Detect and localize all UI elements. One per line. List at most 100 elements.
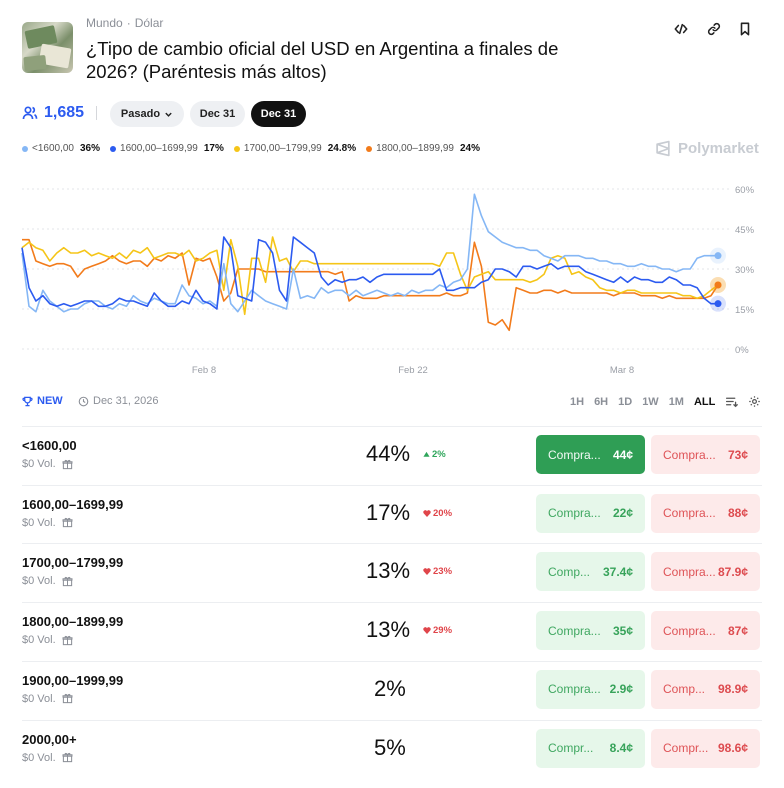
y-tick-label: 45% [735, 225, 755, 236]
filter-list-icon[interactable] [725, 395, 739, 408]
market-row[interactable]: 2000,00+ $0 Vol. 5% Compr... 8.4¢ Compr... 98.… [22, 719, 762, 778]
settings-gear-icon[interactable] [748, 395, 761, 408]
range-1w[interactable]: 1W [642, 396, 659, 408]
participants-value: 1,685 [44, 104, 85, 121]
market-probability: 17% [366, 499, 411, 525]
end-date-label: Dec 31, 2026 [93, 395, 159, 407]
series-line [22, 238, 719, 332]
gift-icon[interactable] [62, 517, 73, 528]
filter-dec31-a[interactable]: Dec 31 [190, 101, 245, 127]
legend-swatch [233, 145, 240, 152]
market-probability: 13% [366, 617, 411, 643]
buy-no-price: 98.9¢ [717, 682, 748, 697]
x-tick-label: Feb 22 [398, 365, 428, 375]
range-1d[interactable]: 1D [618, 396, 632, 408]
y-tick-label: 0% [735, 345, 749, 356]
market-volume: $0 Vol. [22, 693, 73, 705]
market-row[interactable]: 1900,00–1999,99 $0 Vol. 2% Compra... 2.9¢ Com… [22, 660, 762, 719]
range-6h[interactable]: 6H [594, 396, 608, 408]
buy-yes-price: 37.4¢ [602, 564, 633, 579]
series-line [21, 236, 719, 316]
divider [96, 106, 97, 120]
market-name[interactable]: 1800,00–1899,99 [22, 614, 123, 629]
market-row[interactable]: 1800,00–1899,99 $0 Vol. 13% 29% Compra... 35¢… [22, 602, 762, 660]
market-name[interactable]: 1600,00–1699,99 [22, 497, 123, 512]
market-name[interactable]: 1900,00–1999,99 [22, 673, 123, 688]
trophy-icon [22, 396, 33, 406]
change-badge: 23% [423, 566, 452, 577]
legend-label: 1700,00–1799,99 [243, 143, 322, 154]
buy-no-button[interactable]: Compr... 98.6¢ [651, 728, 760, 768]
buy-yes-button[interactable]: Compra... 35¢ [536, 611, 645, 651]
legend-swatch [22, 145, 28, 152]
series-line [21, 193, 718, 313]
range-all[interactable]: ALL [694, 396, 715, 408]
market-row[interactable]: 1700,00–1799,99 $0 Vol. 13% 23% Comp... 37.4¢… [22, 543, 762, 601]
filter-pasado-label: Pasado [120, 108, 161, 120]
buy-yes-price: 2.9¢ [609, 682, 633, 697]
range-1h[interactable]: 1H [570, 396, 584, 408]
market-probability: 44% [366, 441, 411, 466]
buy-yes-price: 8.4¢ [609, 741, 633, 755]
buy-no-button[interactable]: Compra... 73¢ [651, 435, 760, 474]
link-icon[interactable] [704, 19, 724, 39]
buy-no-label: Compra... [663, 623, 716, 638]
buy-no-button[interactable]: Compra... 88¢ [651, 493, 760, 533]
volume-value: $0 Vol. [22, 751, 56, 764]
people-icon [22, 106, 38, 120]
gift-icon[interactable] [62, 635, 73, 646]
buy-yes-button[interactable]: Compra... 22¢ [536, 493, 645, 533]
polymarket-logo: Polymarket [655, 140, 759, 157]
market-row[interactable]: <1600,00 $0 Vol. 44% 2% Compra... 44¢ Compra..… [22, 426, 762, 484]
change-badge: 2% [423, 449, 446, 460]
new-badge: NEW [22, 395, 63, 407]
buy-yes-button[interactable]: Compr... 8.4¢ [536, 728, 645, 768]
buy-no-button[interactable]: Compra... 87¢ [651, 611, 760, 651]
filter-dec31-b[interactable]: Dec 31 [251, 101, 306, 127]
brand-name: Polymarket [678, 140, 759, 157]
buy-yes-button[interactable]: Compra... 2.9¢ [536, 669, 645, 709]
market-name[interactable]: <1600,00 [22, 438, 77, 453]
buy-yes-price: 35¢ [612, 623, 633, 638]
filter-pasado[interactable]: Pasado [110, 101, 184, 127]
y-tick-label: 15% [735, 305, 755, 316]
change-badge: 20% [423, 508, 452, 519]
buy-no-button[interactable]: Comp... 98.9¢ [651, 669, 760, 709]
breadcrumb-category[interactable]: Mundo [86, 16, 123, 30]
buy-no-price: 98.6¢ [717, 741, 748, 755]
new-label: NEW [37, 395, 63, 407]
chart-legend: <1600,00 36% 1600,00–1699,99 17% 1700,00–179… [22, 143, 480, 154]
x-tick-label: Mar 8 [610, 365, 634, 375]
code-icon[interactable] [671, 19, 691, 39]
buy-yes-button[interactable]: Comp... 37.4¢ [536, 552, 645, 592]
gift-icon[interactable] [62, 576, 73, 587]
volume-value: $0 Vol. [22, 692, 56, 705]
market-row[interactable]: 1600,00–1699,99 $0 Vol. 17% 20% Compra... 22¢… [22, 484, 762, 543]
gift-icon[interactable] [62, 459, 73, 470]
legend-label: 1800,00–1899,99 [376, 143, 454, 154]
gift-icon[interactable] [62, 693, 73, 704]
bookmark-icon[interactable] [735, 19, 755, 39]
buy-no-label: Compr... [663, 741, 709, 755]
participants-count: 1,685 [22, 104, 84, 122]
polymarket-icon [656, 140, 670, 157]
buy-yes-label: Compra... [548, 506, 601, 521]
range-1m[interactable]: 1M [669, 396, 684, 408]
buy-no-price: 87.9¢ [717, 564, 748, 579]
buy-yes-button[interactable]: Compra... 44¢ [536, 435, 645, 474]
market-name[interactable]: 2000,00+ [22, 732, 77, 747]
buy-no-button[interactable]: Compra... 87.9¢ [651, 552, 760, 592]
buy-yes-price: 22¢ [612, 506, 633, 521]
buy-yes-label: Compra... [548, 682, 601, 697]
gift-icon[interactable] [62, 752, 73, 763]
buy-no-price: 73¢ [727, 447, 748, 462]
legend-pct: 36% [80, 143, 101, 154]
buy-yes-label: Comp... [548, 564, 591, 579]
change-value: 20% [433, 507, 453, 519]
breadcrumb-subcategory[interactable]: Dólar [135, 16, 164, 30]
legend-item: 1800,00–1899,99 24% [366, 143, 480, 154]
change-badge: 29% [423, 625, 452, 636]
market-name[interactable]: 1700,00–1799,99 [22, 555, 123, 570]
x-tick-label: Feb 8 [192, 365, 216, 375]
buy-yes-label: Compra... [548, 623, 601, 638]
